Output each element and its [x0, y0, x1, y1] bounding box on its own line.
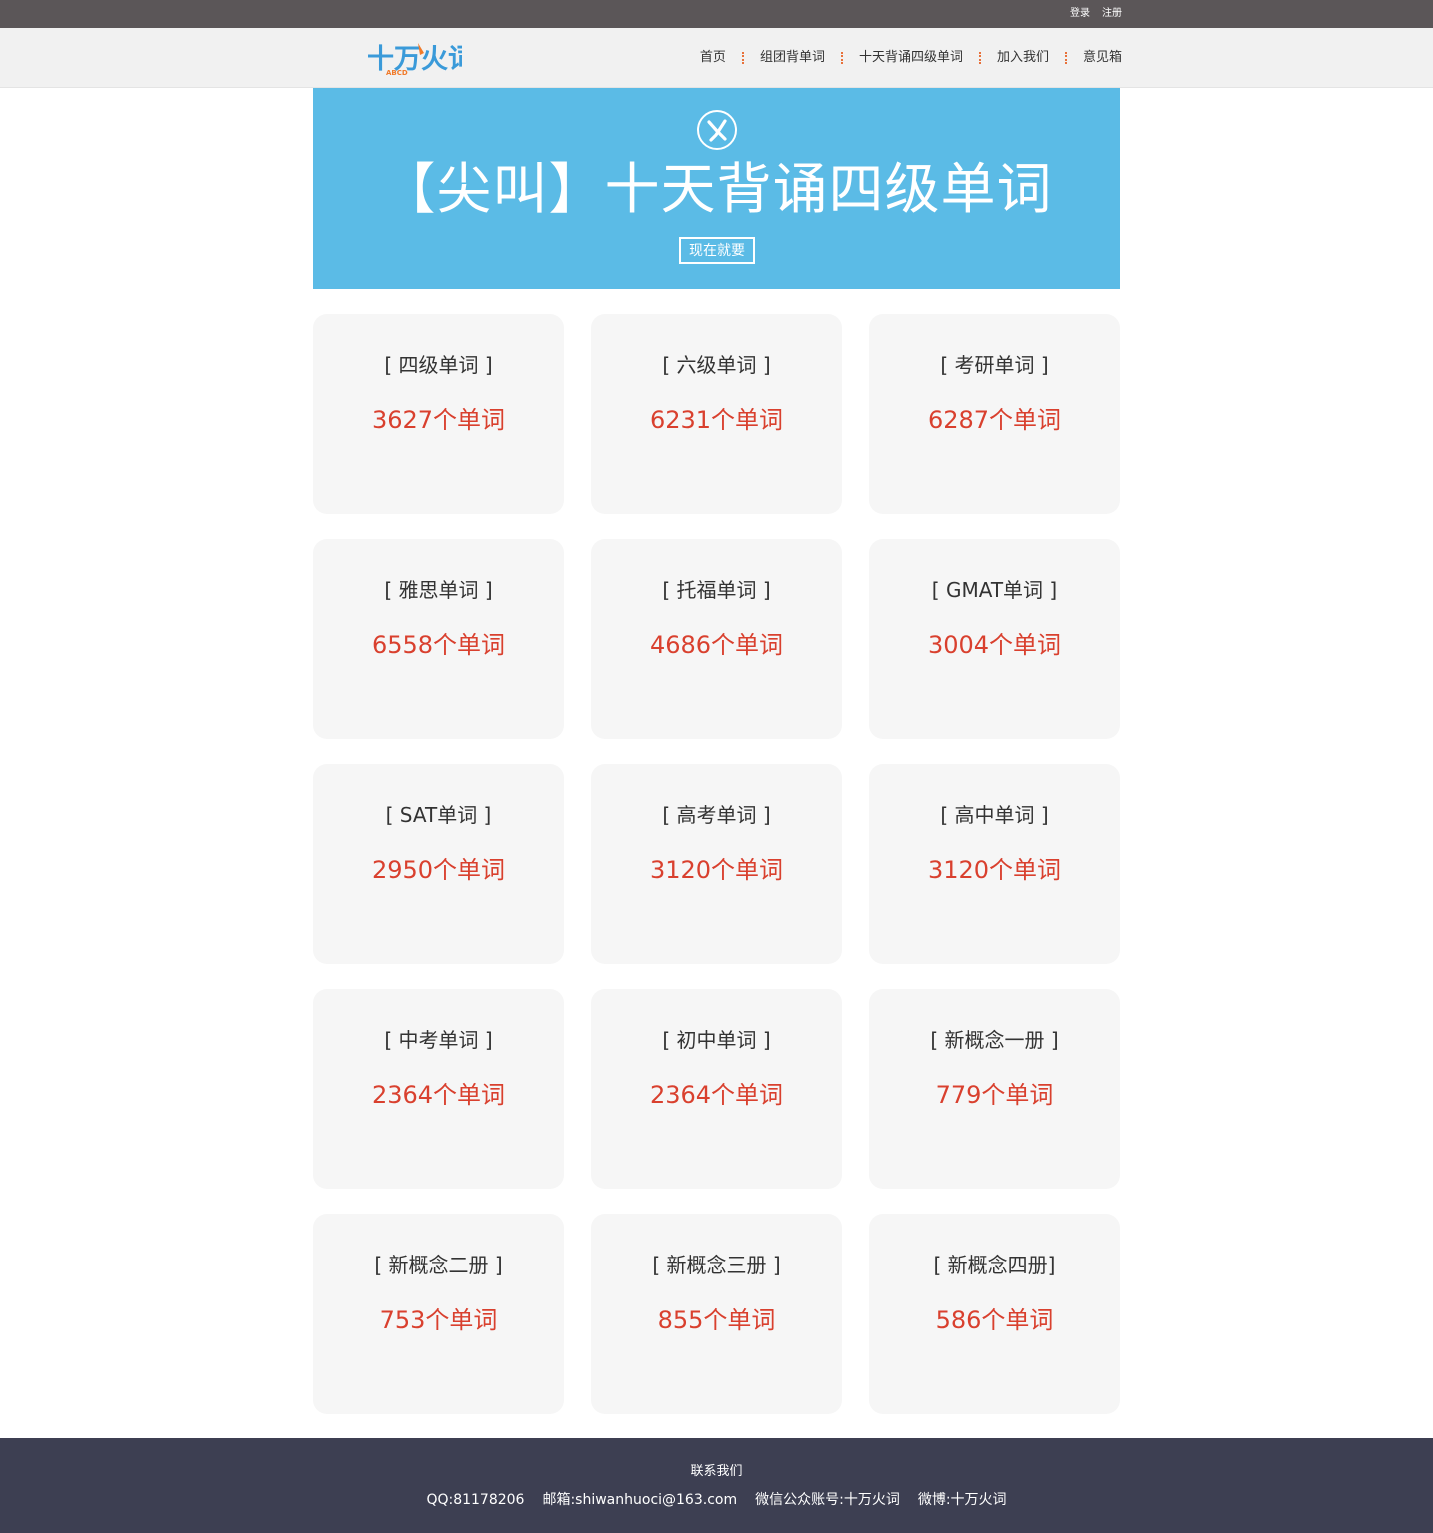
wordlist-grid: [ 四级单词 ] 3627个单词 [ 六级单词 ] 6231个单词 [ 考研单词… — [313, 314, 1120, 1414]
logo[interactable]: 十万火词 ABCD — [366, 37, 462, 77]
promo-banner: 【尖叫】十天背诵四级单词 现在就要 — [313, 88, 1120, 289]
wordlist-card-nce-book3[interactable]: [ 新概念三册 ] 855个单词 — [591, 1214, 842, 1414]
card-title: [ GMAT单词 ] — [931, 578, 1058, 602]
wordlist-card-toefl[interactable]: [ 托福单词 ] 4686个单词 — [591, 539, 842, 739]
site-footer: 联系我们 QQ:81178206 邮箱:shiwanhuoci@163.com … — [0, 1438, 1433, 1533]
top-bar: 登录 注册 — [0, 0, 1433, 28]
footer-weibo: 微博:十万火词 — [917, 1492, 1007, 1508]
card-word-count: 6558个单词 — [371, 631, 506, 659]
wordlist-card-nce-book2[interactable]: [ 新概念二册 ] 753个单词 — [313, 1214, 564, 1414]
wordlist-card-high-school[interactable]: [ 高中单词 ] 3120个单词 — [869, 764, 1120, 964]
card-title: [ 中考单词 ] — [384, 1028, 493, 1052]
card-title: [ 新概念一册 ] — [930, 1028, 1059, 1052]
card-title: [ 高考单词 ] — [662, 803, 771, 827]
card-title: [ 初中单词 ] — [662, 1028, 771, 1052]
card-title: [ 新概念四册] — [933, 1253, 1056, 1277]
card-title: [ 高中单词 ] — [940, 803, 1049, 827]
nav-feedback[interactable]: 意见箱 — [1083, 50, 1122, 66]
wordlist-card-junior-high[interactable]: [ 初中单词 ] 2364个单词 — [591, 989, 842, 1189]
nav-join-us[interactable]: 加入我们 — [997, 50, 1049, 66]
card-word-count: 779个单词 — [935, 1081, 1054, 1109]
wordlist-card-sat[interactable]: [ SAT单词 ] 2950个单词 — [313, 764, 564, 964]
nav-separator — [840, 52, 843, 64]
card-title: [ SAT单词 ] — [385, 803, 492, 827]
svg-text:十万火词: 十万火词 — [367, 44, 462, 75]
register-link[interactable]: 注册 — [1102, 8, 1122, 20]
card-word-count: 586个单词 — [935, 1306, 1054, 1334]
wordlist-card-zhongkao[interactable]: [ 中考单词 ] 2364个单词 — [313, 989, 564, 1189]
footer-email: 邮箱:shiwanhuoci@163.com — [542, 1492, 738, 1508]
site-header: 十万火词 ABCD 首页 组团背单词 十天背诵四级单词 加入我们 意见箱 — [0, 28, 1433, 88]
wordlist-card-ielts[interactable]: [ 雅思单词 ] 6558个单词 — [313, 539, 564, 739]
card-title: [ 新概念三册 ] — [652, 1253, 781, 1277]
wordlist-card-nce-book1[interactable]: [ 新概念一册 ] 779个单词 — [869, 989, 1120, 1189]
card-word-count: 4686个单词 — [649, 631, 784, 659]
card-word-count: 6231个单词 — [649, 406, 784, 434]
card-word-count: 6287个单词 — [927, 406, 1062, 434]
card-word-count: 2364个单词 — [649, 1081, 784, 1109]
nav-ten-days-cet4[interactable]: 十天背诵四级单词 — [859, 50, 963, 66]
nav-separator — [978, 52, 981, 64]
card-word-count: 753个单词 — [379, 1306, 498, 1334]
card-word-count: 2950个单词 — [371, 856, 506, 884]
fire-circle-icon — [697, 110, 737, 150]
card-word-count: 3627个单词 — [371, 406, 506, 434]
banner-title: 【尖叫】十天背诵四级单词 — [380, 157, 1053, 221]
card-word-count: 855个单词 — [657, 1306, 776, 1334]
wordlist-card-nce-book4[interactable]: [ 新概念四册] 586个单词 — [869, 1214, 1120, 1414]
card-word-count: 3120个单词 — [927, 856, 1062, 884]
card-word-count: 2364个单词 — [371, 1081, 506, 1109]
auth-links: 登录 注册 — [1070, 8, 1122, 20]
main-nav: 首页 组团背单词 十天背诵四级单词 加入我们 意见箱 — [700, 50, 1122, 66]
nav-group-study[interactable]: 组团背单词 — [760, 50, 825, 66]
card-word-count: 3004个单词 — [927, 631, 1062, 659]
footer-qq: QQ:81178206 — [426, 1492, 525, 1508]
card-word-count: 3120个单词 — [649, 856, 784, 884]
nav-separator — [1064, 52, 1067, 64]
get-now-button[interactable]: 现在就要 — [679, 237, 755, 264]
card-title: [ 四级单词 ] — [384, 353, 493, 377]
login-link[interactable]: 登录 — [1070, 8, 1090, 20]
card-title: [ 六级单词 ] — [662, 353, 771, 377]
footer-title: 联系我们 — [690, 1464, 743, 1479]
wordlist-card-gmat[interactable]: [ GMAT单词 ] 3004个单词 — [869, 539, 1120, 739]
wordlist-card-cet4[interactable]: [ 四级单词 ] 3627个单词 — [313, 314, 564, 514]
card-title: [ 雅思单词 ] — [384, 578, 493, 602]
wordlist-card-cet6[interactable]: [ 六级单词 ] 6231个单词 — [591, 314, 842, 514]
card-title: [ 新概念二册 ] — [374, 1253, 503, 1277]
wordlist-card-kaoyan[interactable]: [ 考研单词 ] 6287个单词 — [869, 314, 1120, 514]
nav-separator — [741, 52, 744, 64]
card-title: [ 托福单词 ] — [662, 578, 771, 602]
footer-wechat: 微信公众账号:十万火词 — [755, 1492, 900, 1508]
svg-text:ABCD: ABCD — [386, 69, 408, 77]
nav-home[interactable]: 首页 — [700, 50, 726, 66]
wordlist-card-gaokao[interactable]: [ 高考单词 ] 3120个单词 — [591, 764, 842, 964]
card-title: [ 考研单词 ] — [940, 353, 1049, 377]
contact-info: QQ:81178206 邮箱:shiwanhuoci@163.com 微信公众账… — [0, 1491, 1433, 1509]
